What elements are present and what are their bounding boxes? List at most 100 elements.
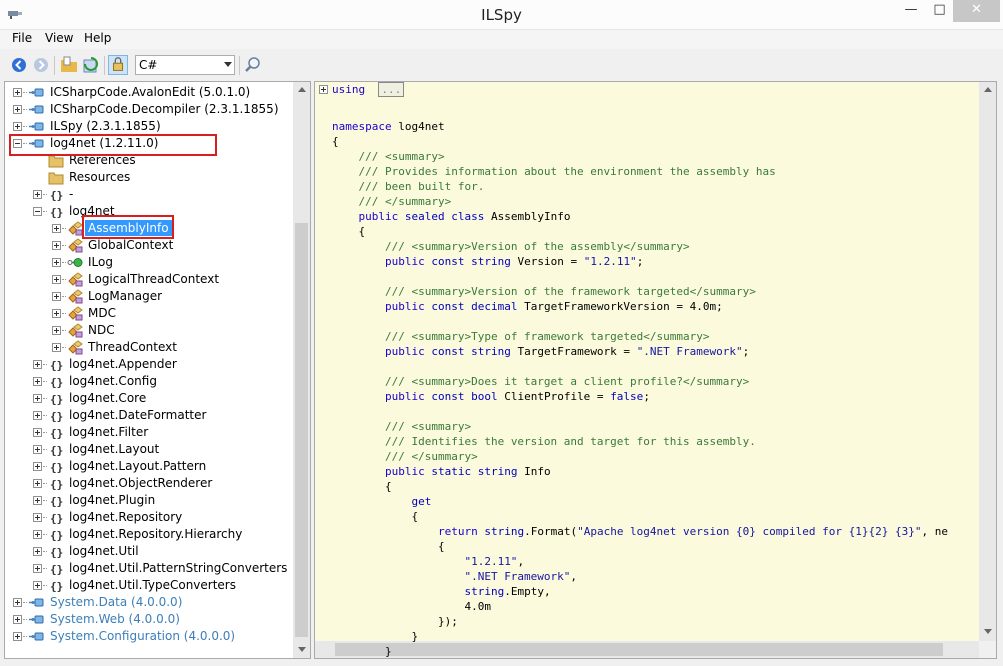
- tree-item[interactable]: Resources: [5, 169, 305, 186]
- tree-item[interactable]: ILSpy (2.3.1.1855): [5, 118, 305, 135]
- menu-help[interactable]: Help: [84, 31, 111, 45]
- expand-icon[interactable]: [33, 360, 42, 369]
- scroll-up-icon[interactable]: [984, 87, 992, 92]
- tree-item[interactable]: LogManager: [5, 288, 305, 305]
- code-line: {: [332, 479, 392, 494]
- expand-icon[interactable]: [33, 479, 42, 488]
- expand-icon[interactable]: [52, 275, 61, 284]
- expand-icon[interactable]: [33, 462, 42, 471]
- expand-icon[interactable]: [33, 394, 42, 403]
- expand-icon[interactable]: [33, 564, 42, 573]
- tree-item[interactable]: {} log4net.Util.TypeConverters: [5, 577, 305, 594]
- minimize-button[interactable]: —: [896, 0, 926, 22]
- back-icon[interactable]: [9, 55, 29, 75]
- menu-view[interactable]: View: [45, 31, 73, 45]
- expand-icon[interactable]: [52, 258, 61, 267]
- expand-icon[interactable]: [33, 547, 42, 556]
- tree-item[interactable]: {} log4net.Core: [5, 390, 305, 407]
- expand-icon[interactable]: [33, 530, 42, 539]
- assembly-tree[interactable]: ICSharpCode.AvalonEdit (5.0.1.0) ICSharpC…: [4, 81, 311, 659]
- collapse-icon[interactable]: [33, 207, 42, 216]
- expand-icon[interactable]: [13, 598, 22, 607]
- tree-item[interactable]: {} log4net.DateFormatter: [5, 407, 305, 424]
- tree-item[interactable]: {} log4net.Util: [5, 543, 305, 560]
- expand-icon[interactable]: [33, 445, 42, 454]
- expand-icon[interactable]: [52, 343, 61, 352]
- code-line: string.Empty,: [332, 584, 550, 599]
- expand-icon[interactable]: [33, 496, 42, 505]
- reload-icon[interactable]: [81, 55, 101, 75]
- menu-file[interactable]: File: [12, 31, 32, 45]
- tree-item[interactable]: ILog: [5, 254, 305, 271]
- code-token: /// been built for.: [358, 180, 485, 193]
- expand-icon[interactable]: [52, 292, 61, 301]
- tree-item[interactable]: LogicalThreadContext: [5, 271, 305, 288]
- expand-icon[interactable]: [319, 85, 328, 94]
- expand-icon[interactable]: [33, 190, 42, 199]
- tree-item[interactable]: {} log4net.Filter: [5, 424, 305, 441]
- code-token: ,: [570, 570, 578, 583]
- tree-item[interactable]: {} log4net.Config: [5, 373, 305, 390]
- expand-icon[interactable]: [13, 632, 22, 641]
- code-hscroll-thumb[interactable]: [335, 643, 943, 656]
- expand-icon[interactable]: [33, 411, 42, 420]
- search-icon[interactable]: [243, 55, 263, 75]
- tree-item[interactable]: {} log4net.ObjectRenderer: [5, 475, 305, 492]
- tree-item[interactable]: MDC: [5, 305, 305, 322]
- namespace-icon: {}: [48, 476, 64, 491]
- expand-icon[interactable]: [52, 309, 61, 318]
- expand-icon[interactable]: [33, 513, 42, 522]
- close-button[interactable]: ✕: [953, 0, 1000, 22]
- expand-icon[interactable]: [33, 377, 42, 386]
- tree-item[interactable]: System.Web (4.0.0.0): [5, 611, 305, 628]
- code-token: /// <summary>: [384, 375, 472, 388]
- code-line: {: [332, 539, 445, 554]
- tree-item[interactable]: {} log4net.Repository.Hierarchy: [5, 526, 305, 543]
- code-token: get: [411, 495, 432, 508]
- tree-item[interactable]: {} log4net.Util.PatternStringConverters: [5, 560, 305, 577]
- tree-item[interactable]: {} log4net.Repository: [5, 509, 305, 526]
- forward-icon[interactable]: [31, 55, 51, 75]
- expand-icon[interactable]: [52, 326, 61, 335]
- code-vertical-scrollbar[interactable]: [979, 82, 996, 641]
- open-folder-icon[interactable]: [59, 55, 79, 75]
- tree-item-label: ILSpy (2.3.1.1855): [50, 119, 161, 133]
- expand-icon[interactable]: [52, 241, 61, 250]
- tree-item[interactable]: {} log4net.Plugin: [5, 492, 305, 509]
- expand-icon[interactable]: [13, 615, 22, 624]
- tree-item[interactable]: NDC: [5, 322, 305, 339]
- tree-item[interactable]: ICSharpCode.Decompiler (2.3.1.1855): [5, 101, 305, 118]
- tree-item[interactable]: System.Data (4.0.0.0): [5, 594, 305, 611]
- code-token: /// Provides information about the envir…: [358, 165, 776, 178]
- namespace-icon: {}: [48, 425, 64, 440]
- expand-icon[interactable]: [13, 88, 22, 97]
- code-view[interactable]: using ... namespace log4net{ /// <summary…: [314, 81, 997, 659]
- tree-item[interactable]: {} -: [5, 186, 305, 203]
- maximize-button[interactable]: □: [926, 0, 953, 22]
- language-select[interactable]: C#: [135, 55, 235, 75]
- tree-item[interactable]: GlobalContext: [5, 237, 305, 254]
- code-token: {: [332, 225, 366, 238]
- scroll-down-icon[interactable]: [984, 629, 992, 634]
- expand-icon[interactable]: [13, 105, 22, 114]
- assembly-icon: [28, 102, 44, 117]
- tree-item[interactable]: ThreadContext: [5, 339, 305, 356]
- tree-item[interactable]: {} log4net.Layout: [5, 441, 305, 458]
- code-line: /// been built for.: [332, 179, 485, 194]
- code-token: public: [384, 300, 425, 313]
- expand-icon[interactable]: [13, 122, 22, 131]
- tree-item-label: log4net.Util.TypeConverters: [69, 578, 236, 592]
- tree-item[interactable]: {} log4net.Layout.Pattern: [5, 458, 305, 475]
- show-internal-icon[interactable]: [108, 55, 128, 75]
- expand-icon[interactable]: [33, 428, 42, 437]
- tree-item[interactable]: {} log4net.Appender: [5, 356, 305, 373]
- code-line: return string.Format("Apache log4net ver…: [332, 524, 948, 539]
- tree-item[interactable]: ICSharpCode.AvalonEdit (5.0.1.0): [5, 84, 305, 101]
- expand-icon[interactable]: [33, 581, 42, 590]
- tree-item[interactable]: System.Configuration (4.0.0.0): [5, 628, 305, 645]
- code-token: "1.2.11": [583, 255, 637, 268]
- expand-icon[interactable]: [52, 224, 61, 233]
- scroll-down-icon[interactable]: [298, 647, 306, 652]
